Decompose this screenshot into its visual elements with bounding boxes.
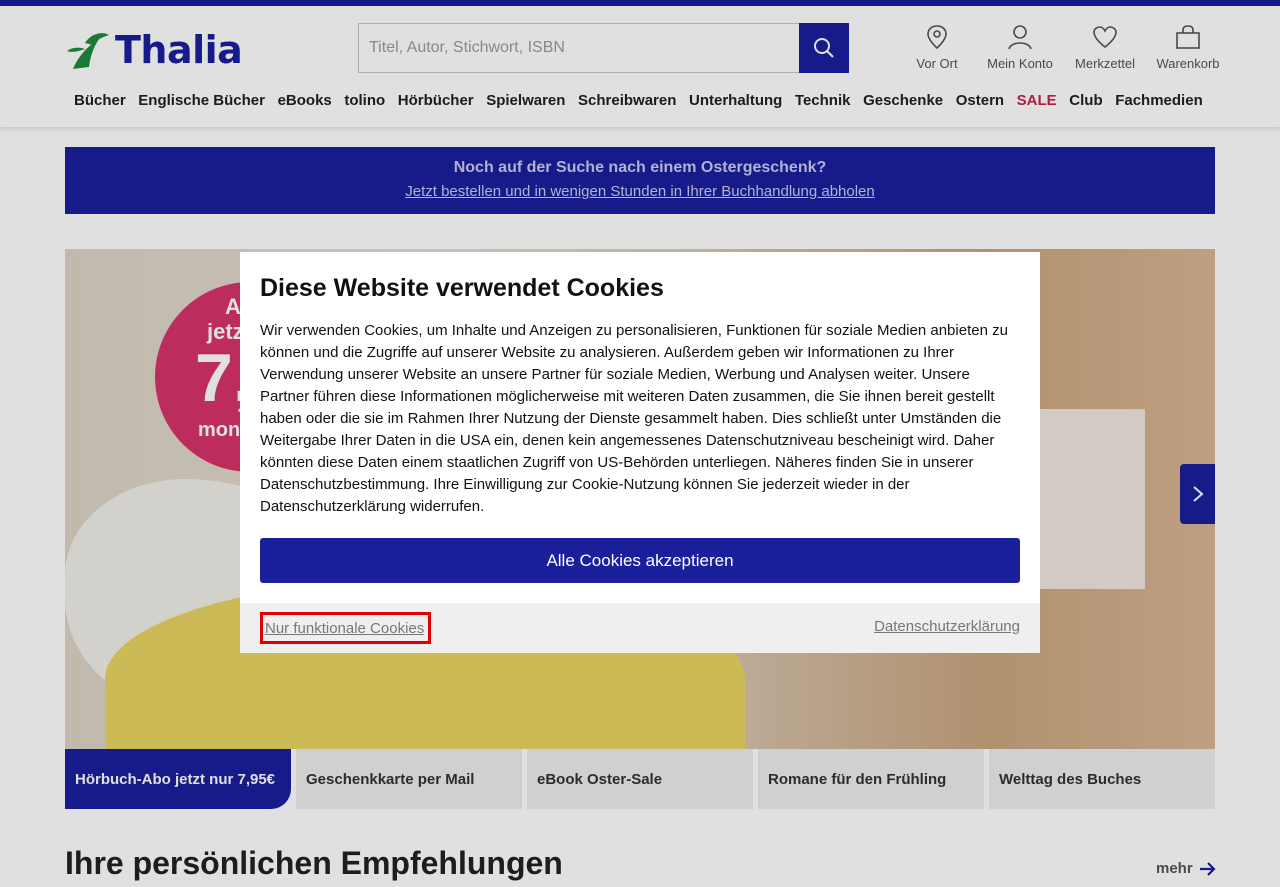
functional-cookies-only-link[interactable]: Nur funktionale Cookies bbox=[260, 612, 431, 644]
cookie-dialog-text: Wir verwenden Cookies, um Inhalte und An… bbox=[260, 322, 1008, 515]
cookie-consent-dialog: Diese Website verwendet Cookies Wir verw… bbox=[240, 252, 1040, 653]
cookie-dialog-title: Diese Website verwendet Cookies bbox=[260, 274, 664, 302]
accept-all-cookies-button[interactable]: Alle Cookies akzeptieren bbox=[260, 538, 1020, 583]
privacy-policy-link[interactable]: Datenschutzerklärung bbox=[874, 618, 1020, 635]
